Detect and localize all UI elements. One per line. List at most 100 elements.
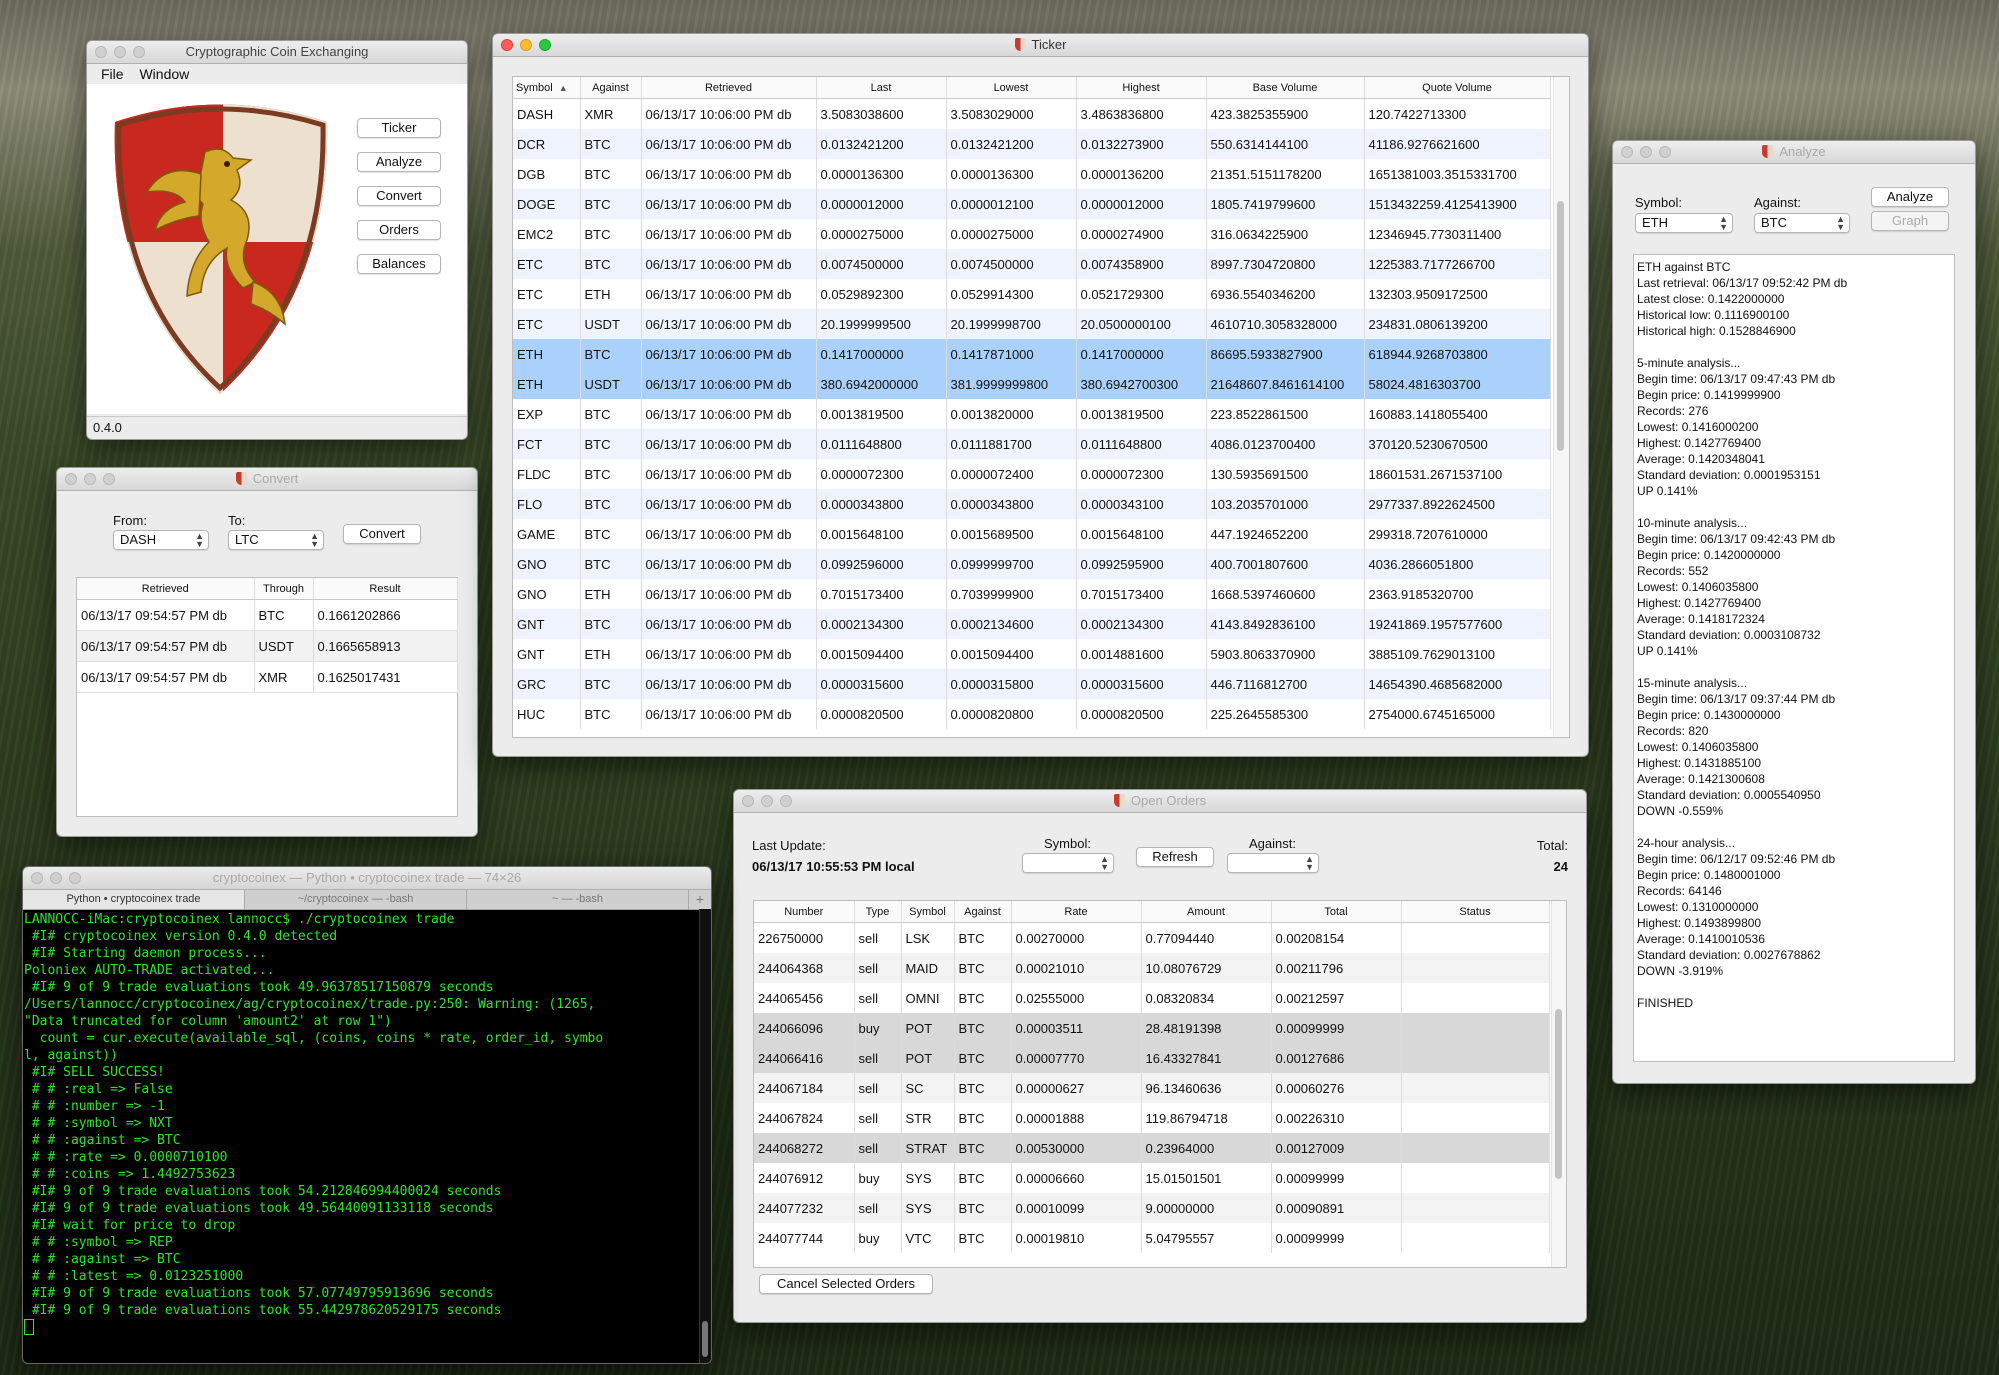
- zoom-button[interactable]: [69, 872, 81, 884]
- close-button[interactable]: [65, 473, 77, 485]
- minimize-button[interactable]: [520, 39, 532, 51]
- close-button[interactable]: [501, 39, 513, 51]
- column-header[interactable]: Base Volume: [1206, 77, 1365, 99]
- order-row[interactable]: 244064368 sell MAID BTC 0.00021010 10.0807672…: [754, 953, 1550, 983]
- ticker-titlebar[interactable]: Ticker: [493, 34, 1588, 57]
- ticker-row[interactable]: DGB BTC 06/13/17 10:06:00 PM db 0.000013630…: [513, 159, 1551, 189]
- ticker-row[interactable]: DASH XMR 06/13/17 10:06:00 PM db 3.50830386…: [513, 98, 1551, 129]
- convert-result-row[interactable]: 06/13/17 09:54:57 PM db XMR 0.1625017431: [77, 661, 458, 693]
- minimize-button[interactable]: [84, 473, 96, 485]
- column-header[interactable]: Total: [1271, 901, 1402, 923]
- column-header[interactable]: Type: [854, 901, 902, 923]
- ticker-row[interactable]: ETC ETH 06/13/17 10:06:00 PM db 0.052989230…: [513, 279, 1551, 309]
- orders-scrollbar[interactable]: [1551, 901, 1566, 1267]
- ticker-row[interactable]: GRC BTC 06/13/17 10:06:00 PM db 0.000031560…: [513, 669, 1551, 699]
- terminal-output[interactable]: LANNOCC-iMac:cryptocoinex lannocc$ ./cry…: [23, 909, 701, 1363]
- zoom-button[interactable]: [133, 46, 145, 58]
- column-header[interactable]: Last: [816, 77, 947, 99]
- minimize-button[interactable]: [1640, 146, 1652, 158]
- ticker-row[interactable]: EXP BTC 06/13/17 10:06:00 PM db 0.001381950…: [513, 399, 1551, 429]
- convert-action-button[interactable]: Convert: [343, 524, 421, 544]
- ticker-row[interactable]: ETC BTC 06/13/17 10:06:00 PM db 0.007450000…: [513, 249, 1551, 279]
- convert-result-row[interactable]: 06/13/17 09:54:57 PM db BTC 0.1661202866: [77, 599, 458, 631]
- zoom-button[interactable]: [780, 795, 792, 807]
- zoom-button[interactable]: [539, 39, 551, 51]
- column-header[interactable]: Result: [313, 578, 458, 600]
- minimize-button[interactable]: [50, 872, 62, 884]
- menu-window[interactable]: Window: [139, 66, 189, 82]
- ticker-row[interactable]: GNO ETH 06/13/17 10:06:00 PM db 0.701517340…: [513, 579, 1551, 609]
- analyze-button[interactable]: Analyze: [357, 152, 441, 172]
- orders-titlebar[interactable]: Open Orders: [734, 790, 1586, 813]
- column-header[interactable]: Retrieved: [641, 77, 817, 99]
- ticker-row[interactable]: ETH BTC 06/13/17 10:06:00 PM db 0.141700000…: [513, 339, 1551, 369]
- order-row[interactable]: 226750000 sell LSK BTC 0.00270000 0.77094440 0…: [754, 922, 1550, 953]
- order-row[interactable]: 244067824 sell STR BTC 0.00001888 119.8679471…: [754, 1103, 1550, 1133]
- from-select[interactable]: DASH ▲ ▼: [113, 530, 209, 550]
- new-tab-icon[interactable]: +: [689, 890, 711, 909]
- close-button[interactable]: [742, 795, 754, 807]
- terminal-tab-cryptocoinex[interactable]: ~/cryptocoinex — -bash: [245, 890, 467, 909]
- minimize-button[interactable]: [761, 795, 773, 807]
- ticker-row[interactable]: DOGE BTC 06/13/17 10:06:00 PM db 0.00000120…: [513, 189, 1551, 219]
- column-header[interactable]: Symbol: [901, 901, 955, 923]
- ticker-button[interactable]: Ticker: [357, 118, 441, 138]
- terminal-scroll-thumb[interactable]: [702, 1321, 708, 1357]
- order-row[interactable]: 244065456 sell OMNI BTC 0.02555000 0.08320834…: [754, 983, 1550, 1013]
- orders-button[interactable]: Orders: [357, 220, 441, 240]
- refresh-button[interactable]: Refresh: [1136, 847, 1214, 867]
- symbol-select[interactable]: ETH ▲ ▼: [1635, 213, 1733, 233]
- column-header[interactable]: Rate: [1011, 901, 1142, 923]
- orders-scroll-thumb[interactable]: [1555, 1009, 1562, 1179]
- column-header[interactable]: Status: [1401, 901, 1550, 923]
- ticker-scroll-thumb[interactable]: [1557, 201, 1564, 451]
- convert-result-row[interactable]: 06/13/17 09:54:57 PM db USDT 0.1665658913: [77, 630, 458, 662]
- ticker-scrollbar[interactable]: [1553, 77, 1569, 737]
- analyze-titlebar[interactable]: Analyze: [1613, 141, 1975, 164]
- order-row[interactable]: 244066416 sell POT BTC 0.00007770 16.43327841…: [754, 1043, 1550, 1073]
- to-select[interactable]: LTC ▲ ▼: [228, 530, 324, 550]
- cancel-selected-orders-button[interactable]: Cancel Selected Orders: [759, 1274, 933, 1294]
- column-header[interactable]: Lowest: [946, 77, 1077, 99]
- order-row[interactable]: 244077744 buy VTC BTC 0.00019810 5.04795557 0.…: [754, 1223, 1550, 1253]
- ticker-row[interactable]: FLDC BTC 06/13/17 10:06:00 PM db 0.00000723…: [513, 459, 1551, 489]
- zoom-button[interactable]: [1659, 146, 1671, 158]
- terminal-tab-trade[interactable]: Python • cryptocoinex trade: [23, 890, 245, 909]
- ticker-row[interactable]: EMC2 BTC 06/13/17 10:06:00 PM db 0.00002750…: [513, 219, 1551, 249]
- ticker-row[interactable]: FLO BTC 06/13/17 10:06:00 PM db 0.000034380…: [513, 489, 1551, 519]
- column-header[interactable]: Through: [254, 578, 314, 600]
- ticker-row[interactable]: HUC BTC 06/13/17 10:06:00 PM db 0.000082050…: [513, 699, 1551, 729]
- order-row[interactable]: 244068272 sell STRAT BTC 0.00530000 0.2396400…: [754, 1133, 1550, 1163]
- convert-titlebar[interactable]: Convert: [57, 468, 477, 491]
- column-header[interactable]: Retrieved: [77, 578, 255, 600]
- close-button[interactable]: [1621, 146, 1633, 158]
- close-button[interactable]: [31, 872, 43, 884]
- column-header[interactable]: Against: [580, 77, 642, 99]
- terminal-titlebar[interactable]: cryptocoinex — Python • cryptocoinex tra…: [23, 867, 711, 890]
- ticker-row[interactable]: GAME BTC 06/13/17 10:06:00 PM db 0.00156481…: [513, 519, 1551, 549]
- order-row[interactable]: 244066096 buy POT BTC 0.00003511 28.48191398 0…: [754, 1013, 1550, 1043]
- ticker-row[interactable]: GNO BTC 06/13/17 10:06:00 PM db 0.099259600…: [513, 549, 1551, 579]
- ticker-row[interactable]: GNT ETH 06/13/17 10:06:00 PM db 0.001509440…: [513, 639, 1551, 669]
- ticker-row[interactable]: GNT BTC 06/13/17 10:06:00 PM db 0.000213430…: [513, 609, 1551, 639]
- column-header[interactable]: Number: [754, 901, 855, 923]
- order-row[interactable]: 244067184 sell SC BTC 0.00000627 96.13460636 0…: [754, 1073, 1550, 1103]
- column-header[interactable]: Highest: [1076, 77, 1207, 99]
- terminal-tab-home[interactable]: ~ — -bash: [467, 890, 689, 909]
- balances-button[interactable]: Balances: [357, 254, 441, 274]
- menu-file[interactable]: File: [101, 66, 124, 82]
- column-header[interactable]: Quote Volume: [1364, 77, 1551, 99]
- column-header[interactable]: Against: [954, 901, 1012, 923]
- order-row[interactable]: 244076912 buy SYS BTC 0.00006660 15.01501501 0…: [754, 1163, 1550, 1193]
- ticker-row[interactable]: DCR BTC 06/13/17 10:06:00 PM db 0.013242120…: [513, 129, 1551, 159]
- close-button[interactable]: [95, 46, 107, 58]
- zoom-button[interactable]: [103, 473, 115, 485]
- minimize-button[interactable]: [114, 46, 126, 58]
- column-header[interactable]: Symbol ▲: [513, 77, 581, 99]
- order-row[interactable]: 244077232 sell SYS BTC 0.00010099 9.00000000 0…: [754, 1193, 1550, 1223]
- ticker-row[interactable]: ETH USDT 06/13/17 10:06:00 PM db 380.694200…: [513, 369, 1551, 399]
- column-header[interactable]: Amount: [1141, 901, 1272, 923]
- orders-against-select[interactable]: ▲ ▼: [1227, 853, 1319, 873]
- main-window-titlebar[interactable]: Cryptographic Coin Exchanging: [87, 41, 467, 64]
- terminal-scrollbar[interactable]: [699, 909, 711, 1363]
